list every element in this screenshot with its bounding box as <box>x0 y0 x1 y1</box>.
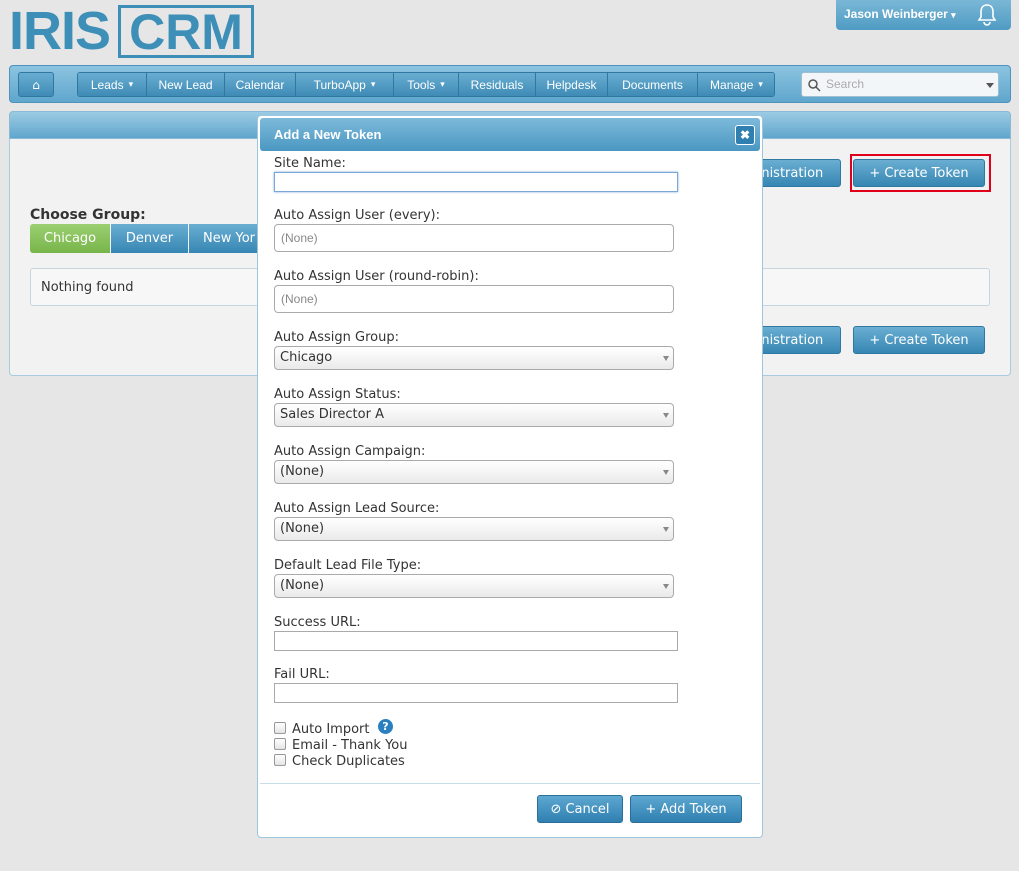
check-duplicates-checkbox[interactable] <box>274 754 286 766</box>
site-name-input[interactable] <box>274 172 678 192</box>
nav-item-label: New Lead <box>158 77 213 92</box>
user-menu[interactable]: Jason Weinberger ▾ <box>836 0 1011 30</box>
add-token-dialog: Add a New Token ✖ Site Name: Auto Assign… <box>257 115 763 838</box>
fail-url-label: Fail URL: <box>274 667 330 682</box>
group-label: Auto Assign Group: <box>274 330 399 345</box>
file-type-select[interactable]: (None) <box>274 574 674 598</box>
auto-import-label: Auto Import <box>292 722 370 737</box>
chevron-down-icon <box>663 413 669 418</box>
nav-item-tools[interactable]: Tools ▾ <box>394 73 459 96</box>
dialog-footer-divider <box>260 783 760 784</box>
nav-item-label: TurboApp <box>313 77 366 92</box>
lead-source-select-value: (None) <box>280 521 325 536</box>
nav-item-documents[interactable]: Documents <box>608 73 698 96</box>
nav-item-turboapp[interactable]: TurboApp ▾ <box>296 73 394 96</box>
iris-crm-logo[interactable]: IRIS CRM <box>9 1 255 61</box>
lead-source-select[interactable]: (None) <box>274 517 674 541</box>
home-icon: ⌂ <box>32 77 40 92</box>
nav-item-leads[interactable]: Leads ▾ <box>78 73 147 96</box>
nav-item-label: Helpdesk <box>546 77 597 92</box>
search-icon <box>808 79 821 92</box>
success-url-label: Success URL: <box>274 615 361 630</box>
search-placeholder: Search <box>826 77 865 91</box>
auto-user-every-input[interactable]: (None) <box>274 224 674 252</box>
file-type-label: Default Lead File Type: <box>274 558 422 573</box>
group-select-value: Chicago <box>280 350 333 365</box>
search-dropdown-icon[interactable] <box>986 83 994 88</box>
search-box[interactable]: Search <box>801 72 999 97</box>
group-tab-new-york[interactable]: New Yor <box>189 224 259 253</box>
email-thanks-label: Email - Thank You <box>292 738 408 753</box>
status-select[interactable]: Sales Director A <box>274 403 674 427</box>
chevron-down-icon <box>663 470 669 475</box>
auto-user-rr-input[interactable]: (None) <box>274 285 674 313</box>
group-tab-chicago[interactable]: Chicago <box>30 224 110 253</box>
logo-iris-text: IRIS <box>9 1 111 61</box>
dialog-title: Add a New Token <box>274 127 382 142</box>
campaign-select[interactable]: (None) <box>274 460 674 484</box>
lead-source-label: Auto Assign Lead Source: <box>274 501 440 516</box>
main-navbar: ⌂ Leads ▾ New Lead Calendar TurboApp ▾ Tools ▾ R… <box>9 65 1011 103</box>
nav-item-label: Leads <box>90 77 124 92</box>
user-name[interactable]: Jason Weinberger ▾ <box>844 7 956 21</box>
chevron-down-icon: ▾ <box>128 79 134 89</box>
help-icon[interactable]: ? <box>378 719 393 734</box>
status-label: Auto Assign Status: <box>274 387 401 402</box>
campaign-label: Auto Assign Campaign: <box>274 444 426 459</box>
home-button[interactable]: ⌂ <box>18 72 54 97</box>
chevron-down-icon: ▾ <box>370 79 376 89</box>
nav-menu: Leads ▾ New Lead Calendar TurboApp ▾ Tools ▾ Res… <box>77 72 775 97</box>
choose-group-label: Choose Group: <box>30 207 146 223</box>
site-name-label: Site Name: <box>274 156 346 171</box>
success-url-input[interactable] <box>274 631 678 651</box>
check-duplicates-label: Check Duplicates <box>292 754 405 769</box>
auto-user-rr-label: Auto Assign User (round-robin): <box>274 269 479 284</box>
nav-item-helpdesk[interactable]: Helpdesk <box>536 73 608 96</box>
nav-item-label: Manage <box>710 77 754 92</box>
add-token-button[interactable]: + Add Token <box>630 795 742 823</box>
nav-item-label: Residuals <box>470 77 524 92</box>
user-caret-icon: ▾ <box>951 10 956 20</box>
create-token-button-bottom[interactable]: + Create Token <box>853 326 985 354</box>
chevron-down-icon <box>663 356 669 361</box>
nav-item-manage[interactable]: Manage ▾ <box>698 73 774 96</box>
close-icon[interactable]: ✖ <box>735 125 755 145</box>
dialog-header: Add a New Token ✖ <box>260 118 760 151</box>
file-type-select-value: (None) <box>280 578 325 593</box>
nav-item-label: Calendar <box>235 77 285 92</box>
group-select[interactable]: Chicago <box>274 346 674 370</box>
auto-import-checkbox[interactable] <box>274 722 286 734</box>
nav-item-residuals[interactable]: Residuals <box>459 73 536 96</box>
nav-item-new-lead[interactable]: New Lead <box>147 73 225 96</box>
highlight-box <box>850 154 991 192</box>
cancel-button[interactable]: ⊘ Cancel <box>537 795 623 823</box>
group-tab-denver[interactable]: Denver <box>111 224 188 253</box>
status-select-value: Sales Director A <box>280 407 384 422</box>
bell-icon[interactable] <box>976 2 998 26</box>
chevron-down-icon: ▾ <box>440 79 445 89</box>
chevron-down-icon <box>663 527 669 532</box>
user-name-text: Jason Weinberger <box>844 7 948 21</box>
chevron-down-icon: ▾ <box>758 79 763 89</box>
logo-crm-text: CRM <box>118 5 255 58</box>
fail-url-input[interactable] <box>274 683 678 703</box>
campaign-select-value: (None) <box>280 464 325 479</box>
nav-item-label: Tools <box>407 77 436 92</box>
email-thanks-checkbox[interactable] <box>274 738 286 750</box>
auto-user-every-label: Auto Assign User (every): <box>274 208 441 223</box>
nav-item-calendar[interactable]: Calendar <box>225 73 296 96</box>
nav-item-label: Documents <box>622 77 683 92</box>
chevron-down-icon <box>663 584 669 589</box>
